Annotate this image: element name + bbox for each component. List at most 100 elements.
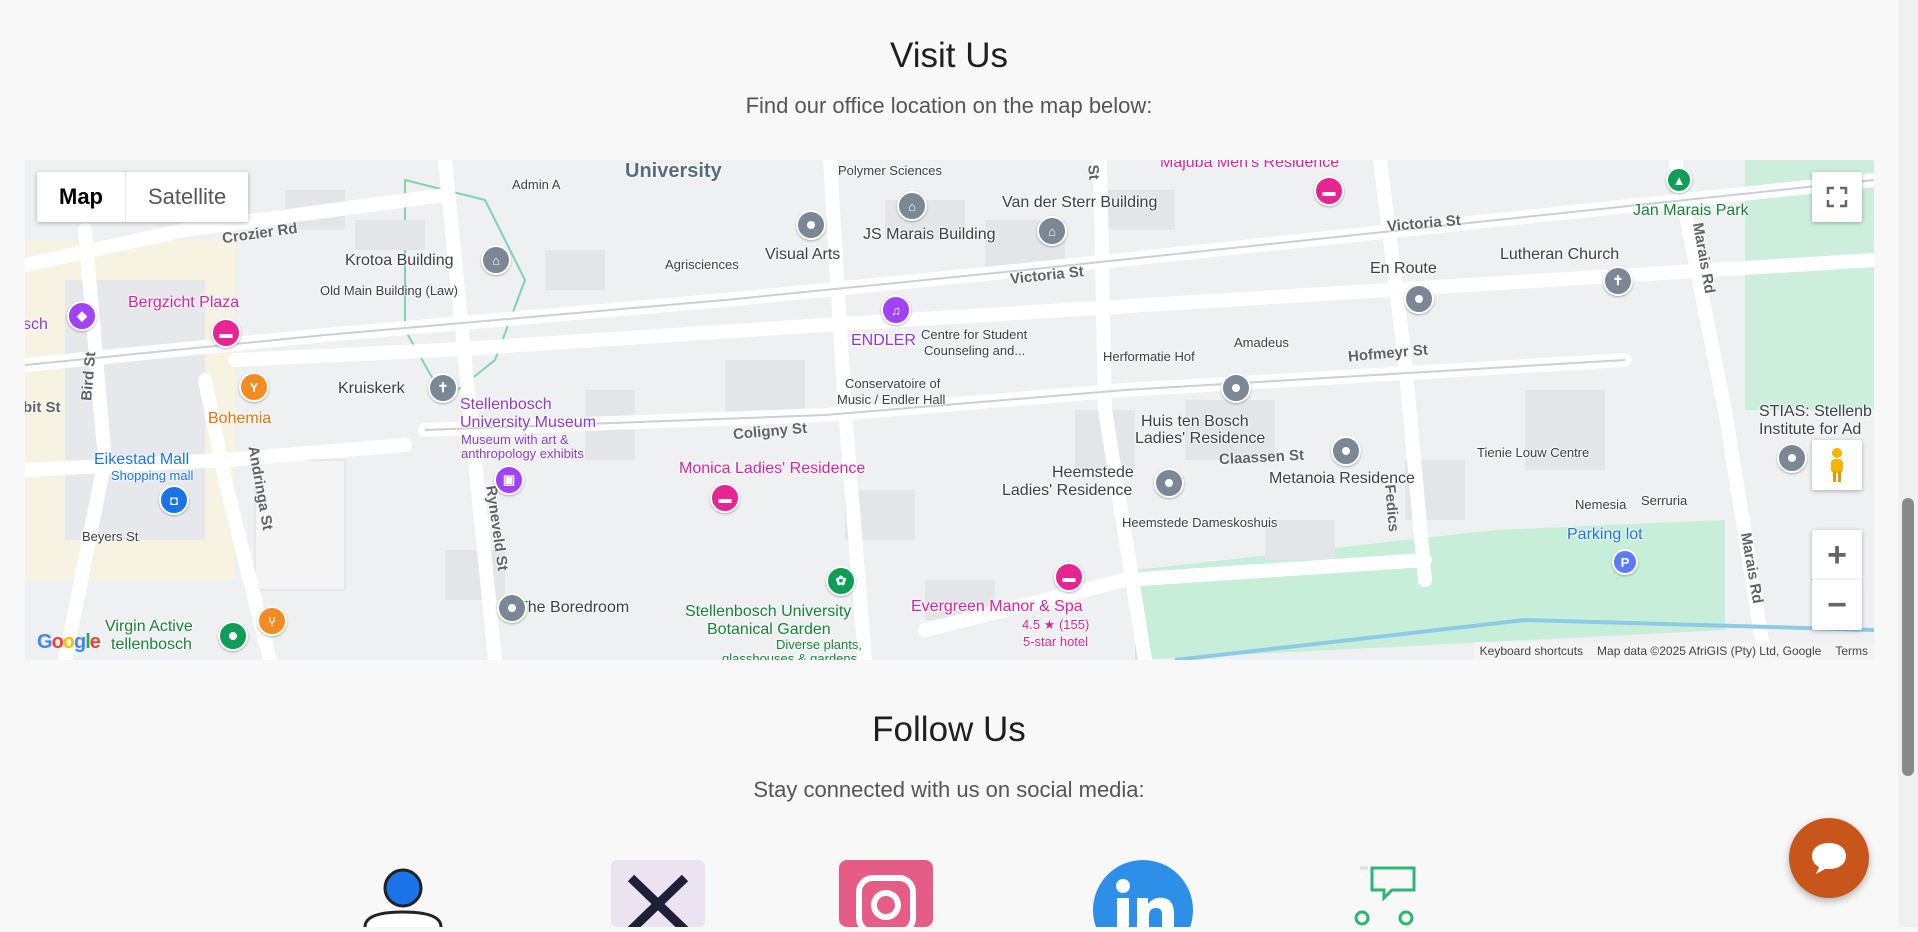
map-attribution: Keyboard shortcuts Map data ©2025 AfriGI…: [1473, 642, 1874, 660]
map-label: Heemstede: [1052, 464, 1134, 481]
map-label: STIAS: Stellenb: [1759, 403, 1872, 420]
garden-pin-icon[interactable]: ✿: [826, 566, 856, 596]
map-label: Bergzicht Plaza: [128, 294, 240, 311]
map-label: ENDLER: [851, 332, 916, 349]
map-label: Tienie Louw Centre: [1477, 445, 1590, 460]
museum-pin-icon[interactable]: ▣: [494, 465, 524, 495]
education-pin-icon[interactable]: ⌂: [1037, 216, 1067, 246]
fullscreen-icon: [1826, 186, 1848, 208]
education-pin-icon[interactable]: ⌂: [897, 191, 927, 221]
keyboard-shortcuts-link[interactable]: Keyboard shortcuts: [1480, 644, 1583, 658]
map-label: En Route: [1370, 260, 1437, 277]
community-chat-icon: [1354, 866, 1416, 926]
map-type-map-button[interactable]: Map: [37, 172, 126, 222]
church-pin-icon[interactable]: ✝: [1603, 266, 1633, 296]
social-linkedin-link[interactable]: [1093, 860, 1193, 927]
zoom-out-button[interactable]: −: [1812, 580, 1862, 630]
map-label: Botanical Garden: [707, 621, 831, 638]
shopping-pin-icon[interactable]: ◘: [159, 485, 189, 515]
user-profile-icon: [363, 868, 443, 928]
map-label: Nemesia: [1575, 497, 1627, 512]
map-label: Conservatoire of: [845, 376, 941, 391]
map-label: Monica Ladies' Residence: [679, 460, 866, 477]
place-pin-icon[interactable]: [1777, 443, 1807, 473]
place-pin-icon[interactable]: [497, 593, 527, 623]
map-label: Lutheran Church: [1500, 246, 1620, 263]
map-label: Centre for Student: [921, 327, 1028, 342]
map-label: Agrisciences: [665, 257, 739, 272]
scrollbar-thumb[interactable]: [1902, 498, 1914, 776]
place-pin-icon[interactable]: [1404, 284, 1434, 314]
map-label: Institute for Ad: [1759, 421, 1862, 438]
visit-subtitle: Find our office location on the map belo…: [745, 93, 1153, 118]
fullscreen-button[interactable]: [1812, 172, 1862, 222]
map-type-satellite-button[interactable]: Satellite: [126, 172, 248, 222]
map-label: JS Marais Building: [863, 226, 996, 243]
map-label: Eikestad Mall: [94, 451, 190, 468]
map-label: Visual Arts: [765, 246, 841, 263]
hotel-pin-icon[interactable]: ▬: [1314, 176, 1344, 206]
linkedin-icon: [1093, 860, 1193, 927]
bar-pin-icon[interactable]: Y: [239, 372, 269, 402]
map-label: Stellenbosch: [460, 396, 552, 413]
map-label: Majuba Men's Residence: [1160, 160, 1340, 171]
map-label: Van der Sterr Building: [1002, 194, 1158, 211]
map-label: tellenbosch: [111, 636, 192, 653]
park-pin-icon[interactable]: ▲: [1666, 167, 1692, 193]
chat-button[interactable]: [1789, 818, 1869, 898]
map-label: The Boredroom: [518, 599, 630, 616]
map-label: anthropology exhibits: [461, 446, 584, 461]
place-pin-icon[interactable]: [1331, 436, 1361, 466]
social-instagram-link[interactable]: [839, 860, 933, 927]
minus-icon: −: [1827, 585, 1847, 624]
place-pin-icon[interactable]: [1154, 468, 1184, 498]
museum-pin-icon[interactable]: ◆: [67, 301, 97, 331]
follow-title: Follow Us: [872, 710, 1026, 749]
google-logo: Google: [37, 631, 101, 653]
map-label: Shopping mall: [111, 468, 194, 483]
map-label: Counseling and...: [924, 343, 1026, 358]
place-pin-icon[interactable]: [1221, 373, 1251, 403]
place-pin-icon[interactable]: [796, 210, 826, 240]
x-logo-icon: [627, 874, 689, 927]
map-label: sch: [25, 316, 48, 333]
map-label: Beyers St: [82, 529, 139, 544]
map-label: 4.5 ★ (155): [1022, 617, 1090, 632]
church-pin-icon[interactable]: ✝: [428, 373, 458, 403]
map-label: St: [1084, 163, 1103, 181]
map-label: Krotoa Building: [345, 252, 454, 269]
pegman-icon: [1831, 448, 1843, 482]
map-label: Bohemia: [208, 410, 272, 427]
hotel-pin-icon[interactable]: ▬: [1054, 562, 1084, 592]
map-label: Herformatie Hof: [1103, 349, 1195, 364]
gym-pin-icon[interactable]: [218, 621, 248, 651]
chat-bubble-icon: [1812, 843, 1846, 874]
map-embed[interactable]: University Polymer Sciences Majuba Men's…: [25, 160, 1874, 660]
map-label: Heemstede Dameskoshuis: [1122, 515, 1278, 530]
map-label: Polymer Sciences: [838, 163, 943, 178]
social-community-link[interactable]: [1350, 860, 1420, 932]
map-label: Kruiskerk: [338, 380, 405, 397]
map-label: Admin A: [512, 177, 561, 192]
map-label: Evergreen Manor & Spa: [911, 598, 1083, 615]
street-view-pegman[interactable]: [1812, 440, 1862, 490]
social-x-link[interactable]: [611, 860, 705, 927]
restaurant-pin-icon[interactable]: ⑂: [257, 606, 287, 636]
map-label: Stellenbosch University: [685, 603, 852, 620]
map-label: University Museum: [460, 414, 597, 431]
music-pin-icon[interactable]: ♫: [881, 295, 911, 325]
education-pin-icon[interactable]: ⌂: [481, 245, 511, 275]
map-type-control: Map Satellite: [37, 172, 249, 222]
hotel-pin-icon[interactable]: ▬: [211, 318, 241, 348]
instagram-icon: [856, 875, 916, 927]
map-label: 5-star hotel: [1023, 634, 1089, 649]
map-label: Serruria: [1641, 493, 1688, 508]
map-data-credit: Map data ©2025 AfriGIS (Pty) Ltd, Google: [1597, 644, 1822, 658]
parking-pin-icon[interactable]: P: [1612, 549, 1638, 575]
social-profile-link[interactable]: [360, 860, 446, 932]
hotel-pin-icon[interactable]: ▬: [710, 483, 740, 513]
page-scrollbar[interactable]: [1898, 0, 1918, 927]
terms-link[interactable]: Terms: [1835, 644, 1868, 658]
map-label: bit St: [25, 399, 61, 416]
zoom-in-button[interactable]: +: [1812, 530, 1862, 580]
